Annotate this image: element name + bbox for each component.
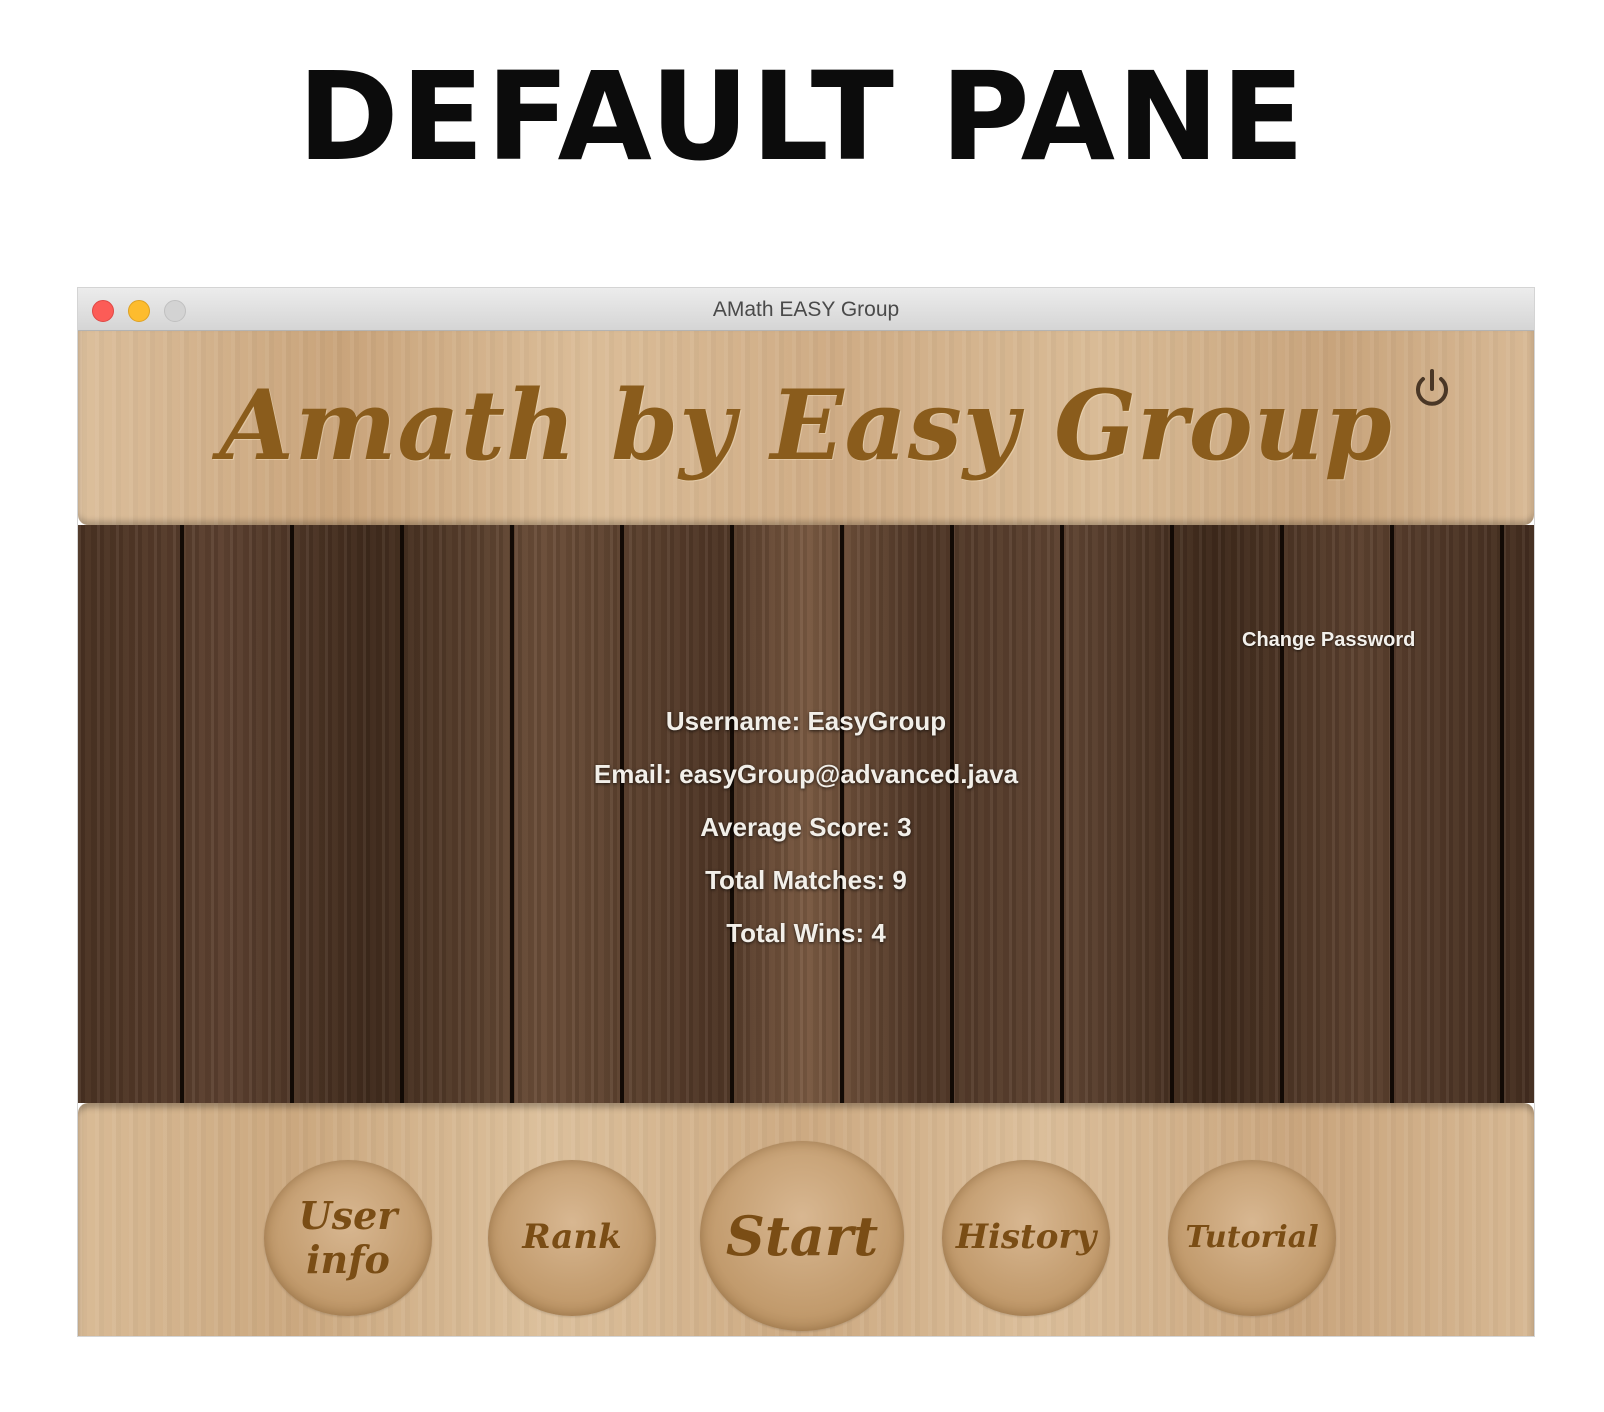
tutorial-button[interactable]: Tutorial — [1168, 1160, 1336, 1316]
app-title: Amath by Easy Group — [219, 369, 1393, 482]
rank-label: Rank — [522, 1217, 622, 1258]
user-info-panel: Username: EasyGroup Email: easyGroup@adv… — [78, 695, 1534, 960]
user-info-button[interactable]: User info — [264, 1160, 432, 1316]
total-matches-text: Total Matches: 9 — [705, 865, 907, 895]
window-titlebar[interactable]: AMath EASY Group — [78, 288, 1534, 331]
page-heading: DEFAULT PANE — [297, 46, 1307, 188]
total-wins-text: Total Wins: 4 — [726, 918, 886, 948]
start-label: Start — [725, 1203, 879, 1268]
change-password-link[interactable]: Change Password — [1242, 629, 1415, 652]
rank-button[interactable]: Rank — [488, 1160, 656, 1316]
header-banner: Amath by Easy Group — [78, 331, 1534, 525]
navigation-bar: User info Rank Start History Tutorial — [78, 1103, 1534, 1336]
username-text: Username: EasyGroup — [665, 706, 947, 736]
power-icon — [1416, 369, 1448, 406]
tutorial-label: Tutorial — [1185, 1219, 1319, 1255]
history-label: History — [955, 1217, 1097, 1258]
user-info-label: User info — [298, 1193, 398, 1282]
history-button[interactable]: History — [942, 1160, 1110, 1316]
main-content-panel: Change Password Username: EasyGroup Emai… — [78, 525, 1534, 1103]
start-button[interactable]: Start — [700, 1141, 904, 1331]
average-score-text: Average Score: 3 — [700, 812, 912, 842]
power-button[interactable] — [1408, 365, 1456, 413]
email-text: Email: easyGroup@advanced.java — [593, 759, 1019, 789]
window-title: AMath EASY Group — [712, 298, 900, 321]
app-window: AMath EASY Group Amath by Easy Group Cha… — [78, 288, 1534, 1336]
